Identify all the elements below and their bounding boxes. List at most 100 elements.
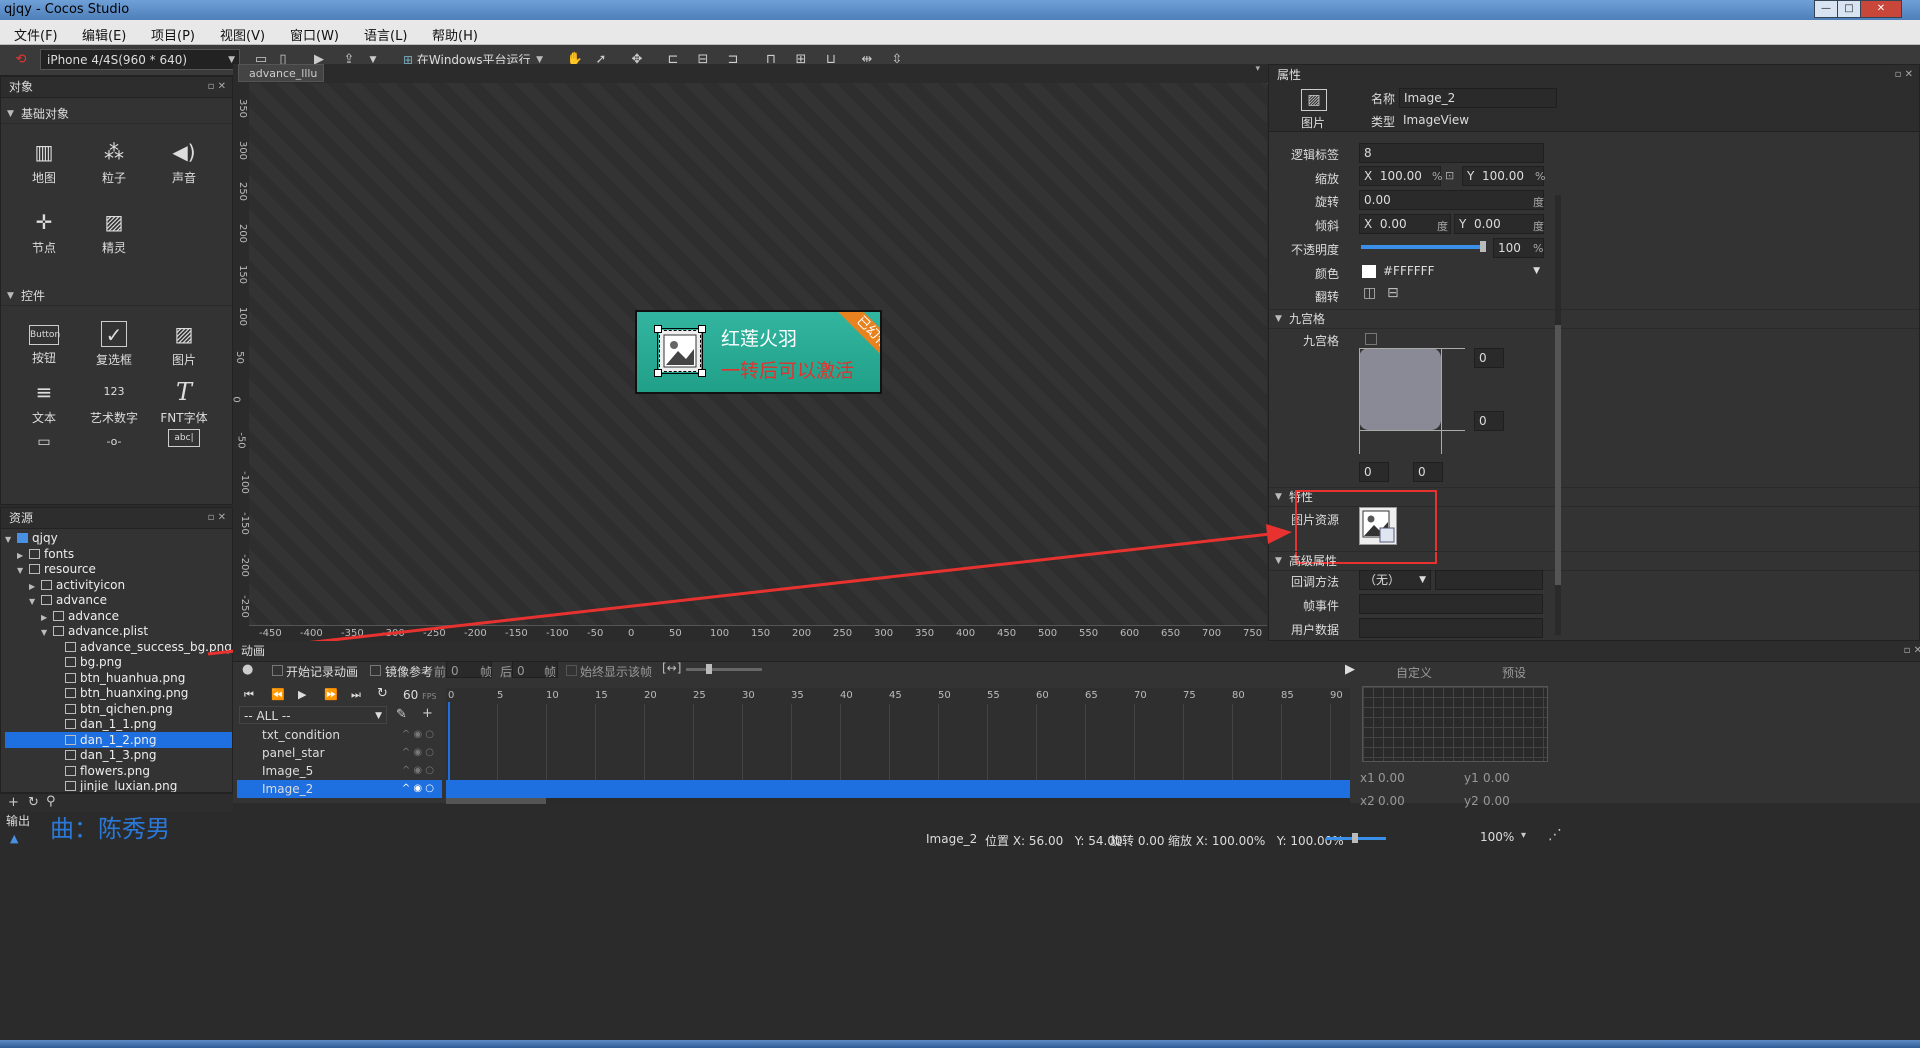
- track-visibility-icon[interactable]: ^ ◉ ○: [402, 762, 434, 780]
- nine-slice-checkbox[interactable]: [1365, 333, 1377, 345]
- file-item[interactable]: flowers.png: [5, 763, 150, 779]
- track-visibility-icon[interactable]: ^ ◉ ○: [402, 744, 434, 762]
- file-item[interactable]: dan_1_3.png: [5, 747, 157, 763]
- user-data-input[interactable]: [1359, 618, 1543, 638]
- track-row[interactable]: panel_star ^ ◉ ○: [237, 744, 442, 762]
- properties-scrollbar-thumb[interactable]: [1555, 325, 1561, 585]
- resize-handle[interactable]: [698, 325, 706, 333]
- editor-canvas[interactable]: 红莲火羽 一转后可以激活 已幻化: [249, 83, 1267, 633]
- nine-slice-top-input[interactable]: 0: [1474, 348, 1504, 368]
- menu-language[interactable]: 语言(L): [364, 25, 407, 44]
- nine-slice-right-input[interactable]: 0: [1413, 462, 1443, 482]
- opacity-slider-thumb[interactable]: [1480, 241, 1486, 252]
- nine-slice-left-input[interactable]: 0: [1359, 462, 1389, 482]
- loop-icon[interactable]: ↻: [377, 686, 388, 701]
- opacity-slider[interactable]: [1361, 241, 1486, 252]
- tab-advance[interactable]: advance_lllu: [238, 64, 324, 82]
- zoom-dropdown-icon[interactable]: ▾: [1521, 830, 1526, 841]
- tool-map[interactable]: ▥ 地图: [11, 129, 77, 189]
- timeline-selected-row[interactable]: [446, 780, 1350, 798]
- track-visibility-icon[interactable]: ^ ◉ ○: [402, 780, 434, 798]
- resize-handle[interactable]: [654, 369, 662, 377]
- timeline-area[interactable]: 0 5 10 15 20 25 30 35 40 45 50 55 60 65 70 75 80 85 90: [446, 688, 1350, 798]
- folder-item[interactable]: ▶ fonts: [5, 546, 74, 562]
- add-track-icon[interactable]: +: [422, 706, 433, 721]
- first-frame-icon[interactable]: ⏮: [244, 688, 254, 702]
- flip-vertical-icon[interactable]: ⊟: [1387, 285, 1399, 301]
- project-item[interactable]: ▼ qjqy: [5, 530, 58, 546]
- panel-controls-icon[interactable]: ▫ ✕: [1904, 641, 1920, 661]
- track-filter-select[interactable]: -- ALL -- ▼: [239, 706, 387, 724]
- rotation-input[interactable]: 0.00: [1359, 190, 1544, 210]
- callback-select[interactable]: （无） ▼: [1359, 570, 1431, 590]
- timeline-hscroll-thumb[interactable]: [446, 798, 546, 804]
- y1-value[interactable]: 0.00: [1483, 771, 1510, 785]
- name-input[interactable]: Image_2: [1399, 88, 1557, 108]
- play-animation-icon[interactable]: ▶: [298, 688, 306, 701]
- close-button[interactable]: ✕: [1860, 0, 1902, 18]
- file-item[interactable]: dan_1_2.png: [5, 731, 232, 748]
- tool-checkbox[interactable]: ✓ 复选框: [81, 311, 147, 371]
- zoom-slider-thumb[interactable]: [1352, 833, 1358, 843]
- resize-handle[interactable]: [698, 369, 706, 377]
- zoom-timeline-icon[interactable]: [↔]: [662, 661, 681, 675]
- fps-input[interactable]: 60 FPS: [399, 686, 439, 704]
- search-icon[interactable]: ⚲: [46, 794, 56, 809]
- panel-controls-icon[interactable]: ▫ ✕: [208, 77, 226, 97]
- record-checkbox[interactable]: [272, 665, 283, 676]
- device-rotate-icon[interactable]: ⟲: [12, 51, 30, 69]
- tool-node[interactable]: ✛ 节点: [11, 199, 77, 259]
- color-select[interactable]: #FFFFFF ▼: [1379, 262, 1544, 282]
- nine-slice-section[interactable]: ▼ 九宫格: [1269, 309, 1919, 329]
- timeline-hscrollbar[interactable]: [446, 798, 1350, 806]
- menu-edit[interactable]: 编辑(E): [82, 25, 126, 44]
- scale-x-input[interactable]: X 100.00: [1359, 166, 1441, 186]
- warning-icon[interactable]: ▲: [10, 832, 18, 845]
- file-item[interactable]: btn_qichen.png: [5, 701, 173, 717]
- menu-project[interactable]: 项目(P): [151, 25, 195, 44]
- advanced-section[interactable]: ▼ 高级属性: [1269, 551, 1919, 571]
- panel-controls-icon[interactable]: ▫ ✕: [1895, 65, 1913, 85]
- file-item[interactable]: dan_1_1.png: [5, 716, 157, 732]
- last-frame-icon[interactable]: ⏭: [351, 688, 361, 702]
- tag-input[interactable]: 8: [1359, 143, 1544, 163]
- playhead[interactable]: [448, 702, 450, 798]
- add-icon[interactable]: +: [8, 795, 19, 810]
- file-item[interactable]: bg.png: [5, 654, 122, 670]
- refresh-icon[interactable]: ↻: [28, 795, 39, 810]
- basic-objects-section[interactable]: ▼ 基础对象: [1, 105, 232, 124]
- frame-event-input[interactable]: [1359, 594, 1543, 614]
- menu-help[interactable]: 帮助(H): [432, 25, 478, 44]
- x1-value[interactable]: 0.00: [1378, 771, 1405, 785]
- tool-image[interactable]: ▨ 图片: [151, 311, 217, 371]
- y2-value[interactable]: 0.00: [1483, 794, 1510, 808]
- next-frame-icon[interactable]: ⏩: [324, 688, 338, 701]
- controls-section[interactable]: ▼ 控件: [1, 287, 232, 306]
- timeline-zoom-slider[interactable]: [686, 664, 762, 674]
- tab-custom-curve[interactable]: 自定义: [1396, 664, 1432, 681]
- color-swatch[interactable]: [1362, 265, 1376, 278]
- tool-sound[interactable]: ◀) 声音: [151, 129, 217, 189]
- track-row[interactable]: Image_2 ^ ◉ ○: [237, 780, 442, 798]
- menu-window[interactable]: 窗口(W): [290, 25, 339, 44]
- record-icon[interactable]: ●: [242, 662, 253, 677]
- file-item[interactable]: jinjie_luxian.png: [5, 778, 177, 792]
- tool-slider[interactable]: -o-: [81, 427, 147, 457]
- resize-handle[interactable]: [654, 325, 662, 333]
- timeline-zoom-thumb[interactable]: [706, 664, 712, 674]
- file-item[interactable]: btn_huanhua.png: [5, 670, 185, 686]
- maximize-button[interactable]: □: [1837, 0, 1861, 18]
- plist-item[interactable]: ▼ advance.plist: [5, 623, 148, 639]
- nine-slice-bottom-input[interactable]: 0: [1474, 411, 1504, 431]
- mirror-checkbox[interactable]: [370, 665, 381, 676]
- resize-grip-icon[interactable]: ⋰: [1548, 827, 1562, 843]
- folder-item[interactable]: ▶ activityicon: [5, 577, 125, 593]
- menu-view[interactable]: 视图(V): [220, 25, 265, 44]
- tool-text[interactable]: ≡ 文本: [11, 369, 77, 429]
- tab-preset-curve[interactable]: 预设: [1502, 664, 1526, 681]
- chevron-down-icon[interactable]: ▾: [1255, 64, 1260, 74]
- properties-scrollbar[interactable]: [1555, 195, 1561, 635]
- menu-file[interactable]: 文件(F): [14, 25, 58, 44]
- flip-horizontal-icon[interactable]: ◫: [1363, 285, 1376, 301]
- tool-art-number[interactable]: 123 艺术数字: [81, 369, 147, 429]
